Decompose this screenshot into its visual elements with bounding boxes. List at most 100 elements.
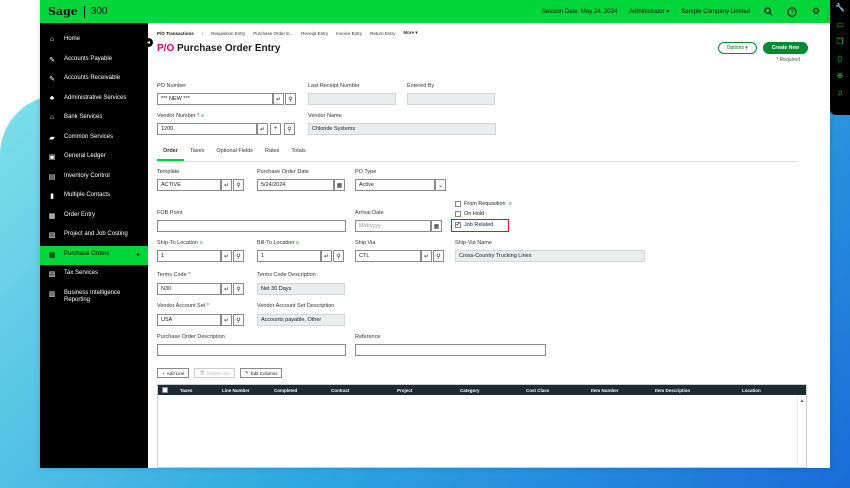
- po-type-select[interactable]: Active: [355, 179, 435, 191]
- sidebar-item-accounts-receivable[interactable]: ✎ Accounts Receivable: [40, 70, 148, 90]
- search-icon[interactable]: ⚲: [285, 93, 296, 105]
- col-item-number[interactable]: Item Number: [591, 388, 619, 393]
- tab-order[interactable]: Order: [157, 145, 184, 161]
- select-all-checkbox[interactable]: [162, 387, 168, 393]
- bell-icon[interactable]: ♫: [837, 89, 843, 97]
- sidebar-item-project-job-costing[interactable]: ▧ Project and Job Costing: [40, 226, 148, 246]
- session-date[interactable]: Session Date: May 24, 2024: [542, 9, 617, 15]
- list-icon[interactable]: ≡: [200, 240, 203, 246]
- sidebar-item-common-services[interactable]: ▰ Common Services: [40, 129, 148, 149]
- enter-icon[interactable]: ↵: [221, 179, 232, 191]
- arrival-date-input[interactable]: M/d/yyyy: [355, 220, 431, 232]
- search-icon[interactable]: ⚲: [433, 250, 444, 262]
- po-desc-input[interactable]: [157, 344, 346, 356]
- options-button[interactable]: Options ▾: [717, 42, 757, 54]
- list-icon[interactable]: ≡: [509, 201, 512, 207]
- col-project[interactable]: Project: [397, 388, 412, 393]
- fob-input[interactable]: [157, 220, 346, 232]
- wrench-icon[interactable]: 🔧: [835, 4, 845, 12]
- last-receipt-field: [308, 93, 396, 105]
- enter-icon[interactable]: ↵: [221, 314, 232, 326]
- search-icon[interactable]: [762, 6, 774, 18]
- create-new-button[interactable]: Create New: [762, 42, 808, 54]
- tab-taxes[interactable]: Taxes: [184, 145, 210, 161]
- enter-icon[interactable]: ↵: [221, 283, 232, 295]
- sidebar-item-purchase-orders[interactable]: ▩ Purchase Orders ▸: [40, 245, 148, 265]
- search-icon[interactable]: ⚲: [233, 314, 244, 326]
- search-icon[interactable]: ⚲: [233, 179, 244, 191]
- sidebar-item-administrative-services[interactable]: ♣ Administrative Services: [40, 90, 148, 110]
- po-date-input[interactable]: 5/24/2024: [257, 179, 334, 191]
- on-hold-checkbox[interactable]: On Hold: [455, 211, 484, 217]
- reference-input[interactable]: [355, 344, 546, 356]
- company-name[interactable]: Sample Company Limited: [681, 9, 750, 15]
- breadcrumb: P/O Transactions › Requisition Entry Pur…: [157, 30, 821, 36]
- add-line-button[interactable]: + Add Line: [157, 368, 190, 378]
- search-icon[interactable]: ⚲: [284, 123, 295, 135]
- terms-code-input[interactable]: N30: [157, 283, 221, 295]
- sidebar-item-bank-services[interactable]: ⌂ Bank Services: [40, 109, 148, 129]
- nav-purchase-order-entry[interactable]: Purchase Order E...: [253, 31, 293, 36]
- document-icon[interactable]: ▯: [838, 55, 842, 63]
- help-icon[interactable]: ?: [786, 6, 798, 18]
- grid-scrollbar[interactable]: ▲: [797, 395, 806, 468]
- search-icon[interactable]: ⚲: [333, 250, 344, 262]
- sidebar-item-multiple-contacts[interactable]: ▮ Multiple Contacts: [40, 187, 148, 207]
- copy-window-icon[interactable]: ❐: [836, 38, 843, 46]
- vendor-number-input[interactable]: 1200: [157, 123, 257, 135]
- search-icon[interactable]: ⚲: [233, 283, 244, 295]
- col-contract[interactable]: Contract: [331, 388, 350, 393]
- delete-line-button[interactable]: 🗑 Delete Line: [194, 368, 235, 378]
- col-taxes[interactable]: Taxes: [180, 388, 192, 393]
- col-line-number[interactable]: Line Number: [222, 388, 250, 393]
- nav-invoice-entry[interactable]: Invoice Entry: [336, 31, 362, 36]
- sidebar-item-home[interactable]: ⌂ Home: [40, 31, 148, 51]
- sidebar-item-order-entry[interactable]: ▦ Order Entry: [40, 207, 148, 227]
- sidebar-item-general-ledger[interactable]: ▣ General Ledger: [40, 148, 148, 168]
- tab-rates[interactable]: Rates: [259, 145, 285, 161]
- chevron-down-icon[interactable]: ⌄: [435, 179, 446, 191]
- po-number-input[interactable]: *** NEW ***: [157, 93, 273, 105]
- breadcrumb-po-transactions[interactable]: P/O Transactions: [157, 31, 194, 36]
- sidebar-item-inventory-control[interactable]: ▤ Inventory Control: [40, 168, 148, 188]
- add-icon[interactable]: +: [270, 123, 281, 135]
- edit-columns-button[interactable]: ✎ Edit Columns: [239, 368, 283, 378]
- col-category[interactable]: Category: [460, 388, 480, 393]
- sidebar-item-tax-services[interactable]: ▨ Tax Services: [40, 265, 148, 285]
- vendor-set-input[interactable]: USA: [157, 314, 221, 326]
- list-icon[interactable]: ≡: [201, 113, 204, 119]
- calendar-icon[interactable]: ▦: [431, 220, 442, 232]
- col-item-description[interactable]: Item Description: [655, 388, 690, 393]
- enter-icon[interactable]: ↵: [321, 250, 332, 262]
- col-location[interactable]: Location: [742, 388, 761, 393]
- scroll-up-icon[interactable]: ▲: [800, 398, 805, 404]
- bill-to-input[interactable]: 1: [257, 250, 321, 262]
- sidebar-item-accounts-payable[interactable]: ✎ Accounts Payable: [40, 51, 148, 71]
- calendar-icon[interactable]: ▦: [334, 179, 345, 191]
- from-requisition-checkbox[interactable]: From Requisition ≡: [455, 201, 512, 207]
- template-input[interactable]: ACTIVE: [157, 179, 221, 191]
- enter-icon[interactable]: ↵: [421, 250, 432, 262]
- nav-more[interactable]: More ▾: [403, 30, 417, 36]
- user-menu[interactable]: Administrator ▾: [629, 8, 669, 15]
- col-completed[interactable]: Completed: [274, 388, 297, 393]
- nav-receipt-entry[interactable]: Receipt Entry: [301, 31, 328, 36]
- enter-icon[interactable]: ↵: [273, 93, 284, 105]
- enter-icon[interactable]: ↵: [221, 250, 232, 262]
- enter-icon[interactable]: ↵: [257, 123, 268, 135]
- ship-to-input[interactable]: 1: [157, 250, 221, 262]
- col-cost-class[interactable]: Cost Class: [526, 388, 549, 393]
- checkbox-box: [455, 211, 461, 217]
- search-icon[interactable]: ⚲: [233, 250, 244, 262]
- list-icon[interactable]: ≡: [296, 240, 299, 246]
- zoom-icon[interactable]: ⊕: [837, 72, 844, 80]
- window-icon[interactable]: ▭: [836, 21, 844, 29]
- tab-optional-fields[interactable]: Optional Fields: [210, 145, 259, 161]
- logo[interactable]: Sage 300: [48, 5, 107, 18]
- sidebar-item-business-intelligence[interactable]: ▥ Business Intelligence Reporting: [40, 285, 148, 309]
- nav-return-entry[interactable]: Return Entry: [370, 31, 395, 36]
- gear-icon[interactable]: ⚙: [810, 6, 822, 18]
- nav-requisition-entry[interactable]: Requisition Entry: [211, 31, 245, 36]
- tab-totals[interactable]: Totals: [285, 145, 311, 161]
- ship-via-input[interactable]: CTL: [355, 250, 421, 262]
